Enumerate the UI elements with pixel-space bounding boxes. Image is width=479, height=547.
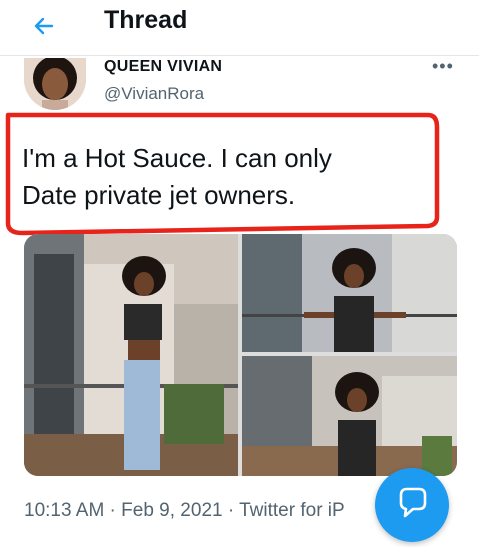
tweet-media-grid[interactable] bbox=[24, 234, 457, 476]
page-title: Thread bbox=[104, 6, 188, 34]
photo-2[interactable] bbox=[242, 234, 457, 352]
top-bar: Thread bbox=[0, 0, 479, 52]
arrow-left-icon bbox=[34, 17, 54, 35]
back-button[interactable] bbox=[26, 8, 62, 44]
avatar[interactable] bbox=[24, 58, 86, 110]
tweet-text-line: Date private jet owners. bbox=[22, 180, 296, 210]
photo-3[interactable] bbox=[242, 356, 457, 476]
tweet-text-line: I'm a Hot Sauce. I can only bbox=[22, 143, 332, 173]
more-options-icon[interactable]: ••• bbox=[432, 56, 454, 77]
tweet-timestamp[interactable]: 10:13 AM · Feb 9, 2021 · Twitter for iP bbox=[24, 500, 345, 522]
author-name[interactable]: QUEEN VIVIAN bbox=[104, 58, 222, 76]
divider bbox=[0, 55, 479, 56]
photo-1[interactable] bbox=[24, 234, 238, 476]
author-handle[interactable]: @VivianRora bbox=[104, 84, 204, 104]
tweet-text: I'm a Hot Sauce. I can only Date private… bbox=[22, 140, 442, 214]
